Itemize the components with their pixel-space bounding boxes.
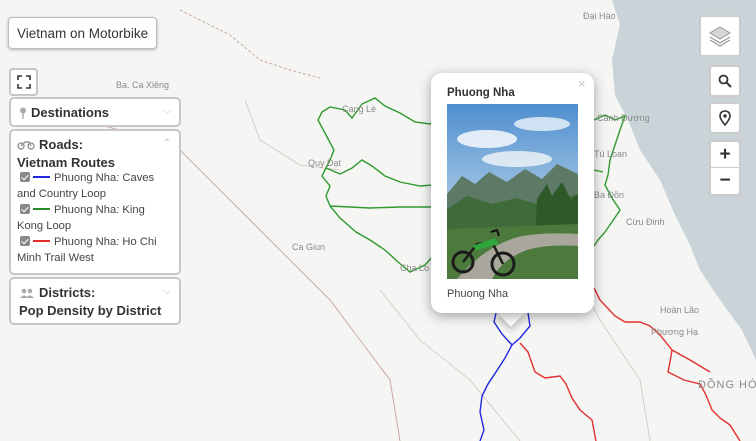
fullscreen-button[interactable] [9, 68, 38, 96]
panel-title: Roads: [39, 137, 84, 152]
legend-swatch [33, 208, 50, 210]
zoom-out-button[interactable]: − [711, 168, 739, 194]
panel-title: Districts: [39, 285, 96, 300]
motorcycle-icon [17, 141, 35, 150]
layer-item-king-kong[interactable]: Phuong Nha: King Kong Loop [17, 203, 173, 234]
legend-swatch [33, 176, 50, 178]
layers-icon [709, 26, 731, 47]
place-label: Ba. Ca Xiêng [116, 80, 169, 90]
map-pin-icon [20, 107, 26, 119]
locate-button[interactable] [709, 102, 741, 134]
panel-subtitle: Pop Density by District [19, 303, 162, 318]
layer-checkbox[interactable] [20, 236, 30, 246]
place-label: Hoàn Lão [660, 305, 699, 315]
chevron-up-icon[interactable]: ⌃ [163, 138, 171, 149]
chevron-down-icon[interactable]: ⌵ [163, 286, 171, 297]
layer-panel-destinations[interactable]: Destinations ⌵ [9, 97, 181, 127]
layer-panel-roads[interactable]: Roads: Vietnam Routes Phuong Nha: Caves … [9, 129, 181, 275]
zoom-in-button[interactable]: + [711, 142, 739, 168]
place-label: Phương Hạ [651, 327, 698, 337]
panel-title: Destinations [31, 105, 110, 120]
layer-checkbox[interactable] [20, 172, 30, 182]
place-label: Cảnh Dương [597, 113, 649, 123]
place-label: Tú Loan [594, 149, 627, 159]
place-label: Cang Lé [342, 104, 376, 114]
layer-item-ho-chi-minh[interactable]: Phuong Nha: Ho Chi Minh Trail West [17, 235, 173, 266]
layer-panel-districts[interactable]: Districts: Pop Density by District ⌵ [9, 277, 181, 325]
zoom-control: + − [709, 140, 741, 196]
layer-item-caves-country[interactable]: Phuong Nha: Caves and Country Loop [17, 171, 173, 202]
search-icon [718, 74, 732, 88]
people-icon [20, 288, 34, 298]
place-label: Ba Đồn [594, 190, 624, 200]
popup-caption: Phuong Nha [447, 288, 509, 300]
place-label: Cha Lo [400, 263, 429, 273]
popup-title: Phuong Nha [447, 87, 515, 99]
fullscreen-icon [16, 75, 31, 89]
destination-photo[interactable] [447, 104, 578, 279]
destination-popup: Phuong Nha × Phuong Nha [431, 73, 594, 313]
place-label: Đại Hào [583, 11, 616, 21]
place-label: Cừu Đinh [626, 217, 665, 227]
chevron-down-icon[interactable]: ⌵ [163, 106, 171, 117]
place-label: ĐỒNG HỚI [698, 378, 756, 391]
place-label: Quy Đạt [308, 158, 342, 168]
legend-swatch [33, 240, 50, 242]
search-button[interactable] [709, 65, 741, 97]
layers-button[interactable] [699, 15, 741, 57]
location-pin-icon [719, 110, 731, 126]
map-title: Vietnam on Motorbike [8, 17, 158, 49]
close-icon[interactable]: × [578, 76, 586, 91]
layer-checkbox[interactable] [20, 204, 30, 214]
panel-subtitle: Vietnam Routes [17, 155, 116, 170]
place-label: Ca Giun [292, 242, 325, 252]
